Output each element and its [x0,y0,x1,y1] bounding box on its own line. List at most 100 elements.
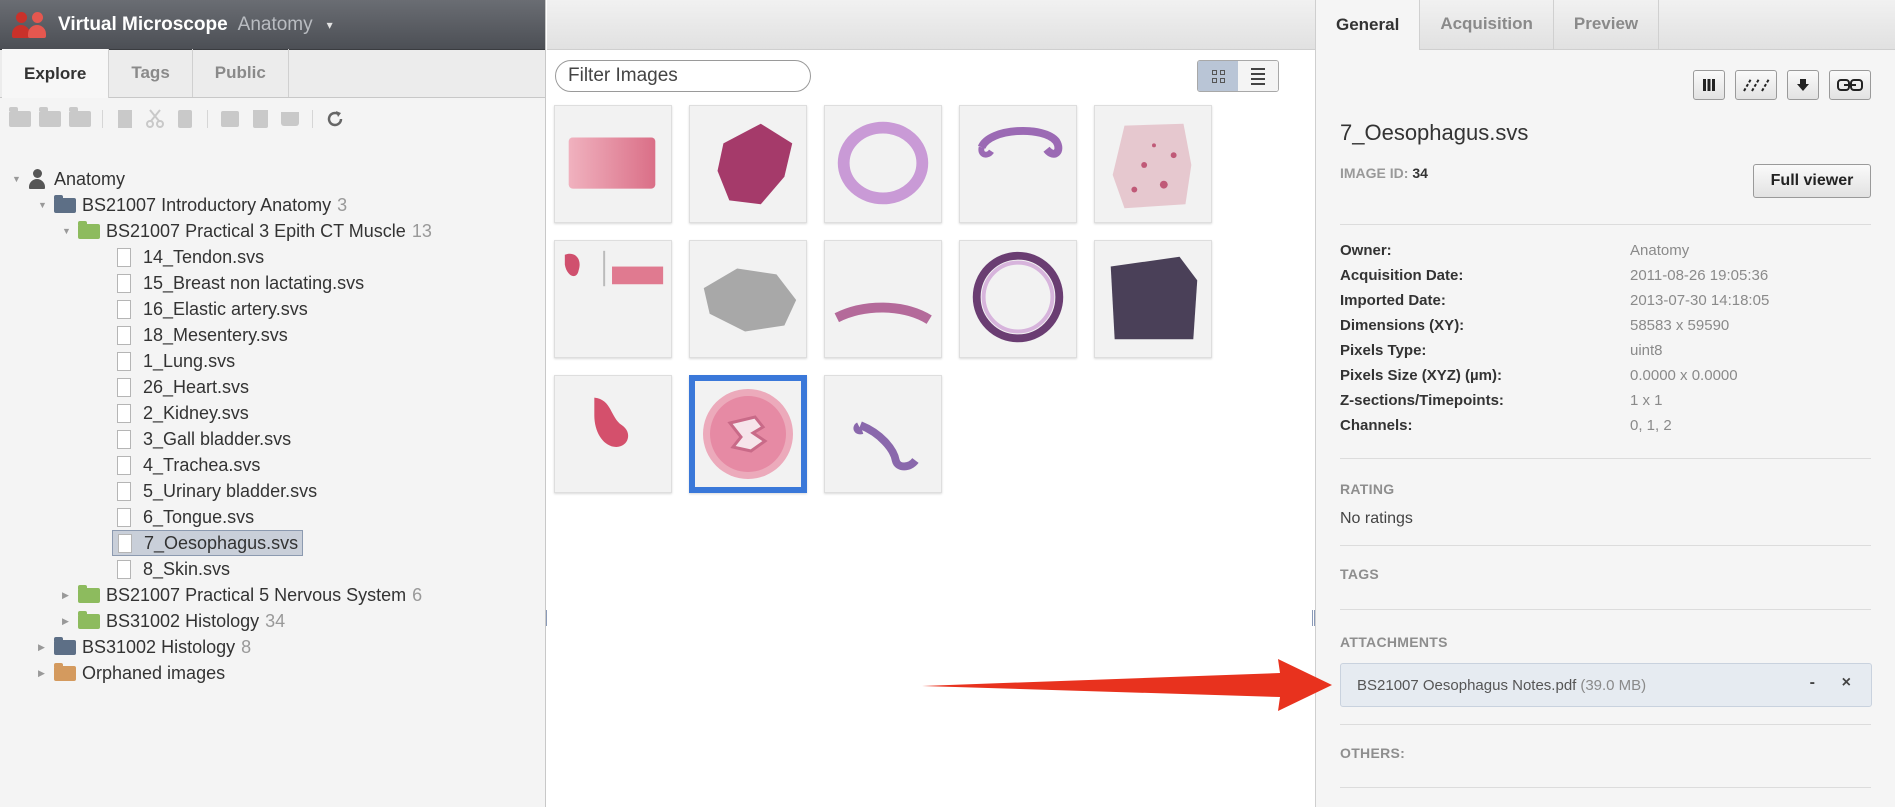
metadata-value: 2013-07-30 14:18:05 [1630,292,1770,309]
rating-heading: RATING [1340,481,1395,497]
image-thumbnail[interactable] [554,375,672,493]
toolbar-divider [312,110,313,128]
refresh-icon[interactable] [323,108,347,130]
image-thumbnail-selected[interactable] [689,375,807,493]
trash-icon[interactable] [278,108,302,130]
copy-icon[interactable] [113,108,137,130]
tree-expand-icon[interactable]: ▼ [38,200,54,210]
image-action-buttons [1693,70,1871,100]
image-id-label: IMAGE ID: [1340,165,1409,181]
cut-icon[interactable] [143,108,167,130]
image-thumbnail[interactable] [689,240,807,358]
image-thumbnail[interactable] [959,240,1077,358]
path-button[interactable] [1735,70,1777,100]
link-button[interactable] [1829,70,1871,100]
remove-icon[interactable] [218,108,242,130]
metadata-row: Z-sections/Timepoints: 1 x 1 [1340,392,1860,417]
list-view-button[interactable] [1238,61,1278,91]
open-with-grid-button[interactable] [1693,70,1725,100]
orphaned-folder-icon [54,662,76,681]
tab-general[interactable]: General [1316,0,1421,50]
image-thumbnail[interactable] [689,105,807,223]
tab-explore[interactable]: Explore [2,49,110,98]
image-thumbnail[interactable] [824,105,942,223]
metadata-key: Pixels Size (XYZ) (µm): [1340,367,1503,384]
image-id-value: 34 [1412,165,1428,181]
new-project-icon[interactable] [8,107,32,130]
attachment-item[interactable]: BS21007 Oesophagus Notes.pdf (39.0 MB) -… [1340,663,1872,707]
list-icon [1251,67,1265,85]
tree-node-label: 14_Tendon.svs [143,246,265,267]
tree-dataset[interactable]: ▼ BS21007 Practical 3 Epith CT Muscle 13 [62,218,432,244]
tree-node-label: 7_Oesophagus.svs [144,532,299,553]
attachments-heading: ATTACHMENTS [1340,634,1448,650]
tree-expand-icon[interactable]: ▼ [12,174,28,184]
image-thumbnail[interactable] [824,375,942,493]
tree-dataset[interactable]: ▶ BS21007 Practical 5 Nervous System 6 [62,582,422,608]
file-icon [117,559,131,579]
image-thumbnail[interactable] [554,240,672,358]
tab-acquisition[interactable]: Acquisition [1420,0,1554,49]
download-icon [1797,79,1809,91]
grid-view-button[interactable] [1198,61,1238,91]
file-icon [117,247,131,267]
paste-icon[interactable] [173,108,197,130]
tree-image[interactable]: 16_Elastic artery.svs [117,296,308,322]
tree-orphaned[interactable]: ▶ Orphaned images [38,660,225,686]
tree-image[interactable]: 18_Mesentery.svs [117,322,288,348]
tree-expand-icon[interactable]: ▶ [62,616,78,627]
tab-preview[interactable]: Preview [1554,0,1660,49]
right-panel: General Acquisition Preview 7_Oesophagus… [1315,0,1895,807]
tree-expand-icon[interactable]: ▶ [38,668,54,679]
tab-tags[interactable]: Tags [109,49,193,97]
delete-icon[interactable] [248,108,272,130]
metadata-key: Channels: [1340,417,1413,434]
tree-expand-icon[interactable]: ▶ [38,642,54,653]
new-screen-icon[interactable] [68,107,92,130]
divider [1340,224,1871,225]
image-thumbnail[interactable] [1094,240,1212,358]
tree-image-selected[interactable]: 7_Oesophagus.svs [112,530,304,556]
full-viewer-button[interactable]: Full viewer [1753,164,1871,198]
tree-image[interactable]: 6_Tongue.svs [117,504,254,530]
tree-root-user[interactable]: ▼ Anatomy [12,166,125,192]
tree-image[interactable]: 14_Tendon.svs [117,244,264,270]
grid-icon [1703,79,1715,91]
image-thumbnail[interactable] [824,240,942,358]
chevron-down-icon[interactable]: ▾ [327,18,333,32]
remove-attachment-button[interactable]: - [1810,674,1815,692]
metadata-row: Acquisition Date: 2011-08-26 19:05:36 [1340,267,1860,292]
metadata-key: Dimensions (XY): [1340,317,1465,334]
delete-attachment-button[interactable]: × [1842,674,1851,692]
tree-image[interactable]: 3_Gall bladder.svs [117,426,291,452]
tree-project[interactable]: ▶ BS31002 Histology 8 [38,634,251,660]
tree-image[interactable]: 5_Urinary bladder.svs [117,478,317,504]
tree-expand-icon[interactable]: ▼ [62,226,78,236]
tree-image[interactable]: 4_Trachea.svs [117,452,260,478]
tree-node-label: BS21007 Practical 5 Nervous System [106,584,407,605]
metadata-row: Imported Date: 2013-07-30 14:18:05 [1340,292,1860,317]
tree-image[interactable]: 26_Heart.svs [117,374,249,400]
tree-node-count: 3 [337,194,348,215]
divider [1340,609,1871,610]
tree-project[interactable]: ▼ BS21007 Introductory Anatomy 3 [38,192,347,218]
tab-public[interactable]: Public [193,49,289,97]
download-button[interactable] [1787,70,1819,100]
tree-node-label: 15_Breast non lactating.svs [143,272,365,293]
link-icon [1837,79,1863,91]
filter-images-input[interactable] [555,60,811,92]
tree-node-label: 5_Urinary bladder.svs [143,480,318,501]
tree-image[interactable]: 1_Lung.svs [117,348,235,374]
tree-dataset[interactable]: ▶ BS31002 Histology 34 [62,608,285,634]
image-thumbnail[interactable] [554,105,672,223]
tree-image[interactable]: 15_Breast non lactating.svs [117,270,364,296]
tree-node-label: BS21007 Practical 3 Epith CT Muscle [106,220,406,241]
tree-image[interactable]: 8_Skin.svs [117,556,230,582]
group-name[interactable]: Anatomy [238,14,313,36]
tree-image[interactable]: 2_Kidney.svs [117,400,249,426]
new-dataset-icon[interactable] [38,107,62,130]
tree-expand-icon[interactable]: ▶ [62,590,78,601]
image-thumbnail[interactable] [959,105,1077,223]
image-thumbnail[interactable] [1094,105,1212,223]
center-header [547,0,1315,50]
